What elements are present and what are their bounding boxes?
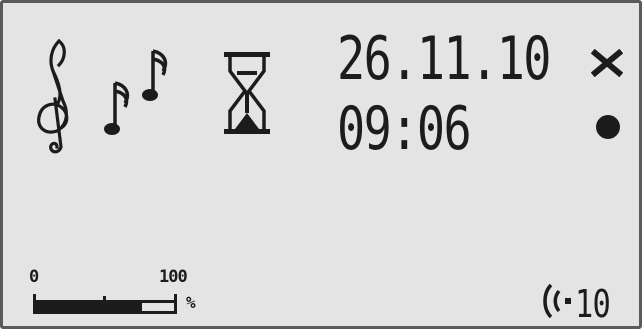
date-display: 26.11.10 — [337, 24, 551, 94]
record-dot-icon — [594, 113, 622, 141]
treble-clef-icon — [29, 39, 79, 157]
lcd-screen: 26.11.10 09:06 0 100 % 10 — [0, 0, 642, 329]
level-max-label: 100 — [159, 267, 188, 287]
hourglass-icon — [221, 49, 273, 137]
signal-strength-value: 10 — [575, 282, 611, 326]
level-min-label: 0 — [29, 267, 40, 287]
level-bar — [33, 300, 177, 314]
time-display: 09:06 — [337, 94, 472, 164]
signal-strength-icon — [539, 281, 573, 321]
close-icon[interactable] — [591, 49, 623, 77]
level-bar-fill — [36, 303, 143, 311]
music-notes-icon — [103, 47, 175, 139]
level-unit-label: % — [186, 293, 196, 312]
